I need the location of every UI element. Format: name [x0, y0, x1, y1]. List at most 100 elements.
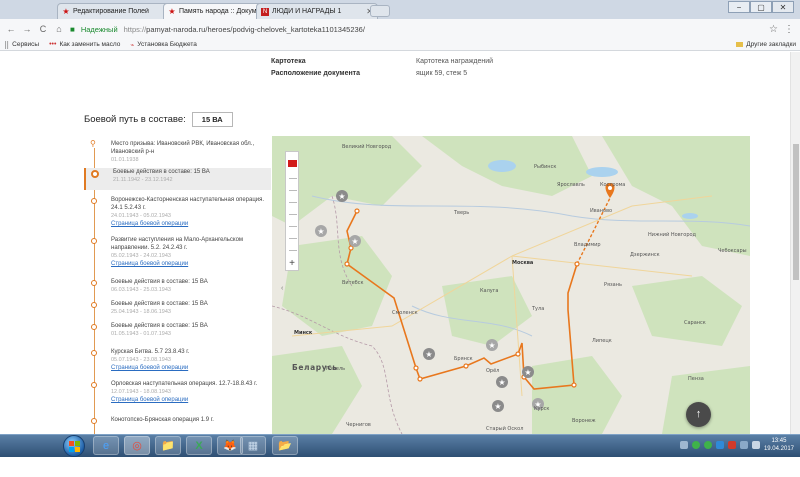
maximize-button[interactable]: ▢ — [750, 1, 772, 13]
map-label-16: Брянск — [454, 356, 473, 362]
url-field[interactable]: https://pamyat-naroda.ru/heroes/podvig-c… — [124, 25, 763, 34]
timeline-item-body: Развитие наступления на Мало-Архангельск… — [111, 236, 271, 268]
map-label-25: Чернигов — [346, 422, 371, 428]
map-label-7: Владимир — [574, 242, 601, 248]
operation-page-link[interactable]: Страница боевой операции — [111, 396, 267, 404]
timeline-item-title: Развитие наступления на Мало-Архангельск… — [111, 237, 244, 251]
info-row: Картотека Картотека награждений — [271, 58, 493, 70]
taskbar-clock[interactable]: 13:45 19.04.2017 — [764, 437, 794, 453]
tray-icon[interactable] — [679, 441, 688, 449]
map-label-15: Гомель — [326, 366, 345, 372]
timeline-item[interactable]: Конотопско-Брянская операция 1.9 г. — [84, 416, 271, 424]
timeline-item[interactable]: Боевые действия в составе: 15 ВА 01.05.19… — [84, 322, 271, 338]
site-favicon-icon: N — [261, 7, 269, 16]
tray-icon[interactable] — [703, 441, 712, 449]
back-button[interactable]: ← — [6, 24, 16, 34]
browser-menu-icon[interactable]: ⋮ — [784, 24, 794, 35]
zoom-tick — [289, 190, 297, 191]
new-tab-button[interactable] — [370, 5, 390, 17]
timeline-item-date: 24.01.1943 - 05.02.1943 — [111, 213, 171, 219]
map-label-0: Великий Новгород — [342, 143, 392, 150]
svg-text:★: ★ — [338, 192, 345, 201]
timeline-item-date: 06.03.1943 - 25.03.1943 — [111, 287, 171, 293]
tab-title: Редактирование Полей — [73, 8, 149, 15]
timeline-item-date: 25.04.1943 - 18.06.1943 — [111, 309, 171, 315]
timeline-item-title: Воронежско-Касторненская наступательная … — [111, 197, 265, 211]
bookmark-item[interactable]: ⌁ Установка Бюджета — [130, 41, 197, 49]
tray-icon[interactable] — [691, 441, 700, 449]
home-button[interactable]: ⌂ — [54, 24, 64, 34]
timeline-item[interactable]: Боевые действия в составе: 15 ВА 06.03.19… — [84, 278, 271, 294]
below-screen-area — [0, 457, 800, 477]
bookmark-star-icon[interactable]: ☆ — [769, 24, 778, 35]
timeline-item[interactable]: Боевые действия в составе: 15 ВА 25.04.19… — [84, 300, 271, 316]
tab-people-awards[interactable]: N ЛЮДИ И НАГРАДЫ 1 ✕ — [256, 3, 378, 19]
explorer-taskbar-icon[interactable]: 📁 — [155, 436, 181, 455]
svg-text:★: ★ — [524, 368, 531, 377]
folder-taskbar-icon[interactable]: 📂 — [272, 436, 298, 455]
page-scrollbar[interactable] — [790, 52, 800, 434]
other-bookmarks[interactable]: Другие закладки — [736, 41, 796, 48]
location-pin-icon: ⚲ — [90, 140, 96, 148]
timeline-item-body: Орловская наступательная операция. 12.7-… — [111, 380, 271, 404]
bookmark-apps[interactable]: ⣿ Сервисы — [4, 41, 39, 49]
forward-button[interactable]: → — [22, 24, 32, 34]
timeline-item-body: Курская Битва. 5.7 23.8.43 г. 05.07.1943 … — [111, 348, 271, 372]
minimize-button[interactable]: − — [728, 1, 750, 13]
network-icon[interactable] — [739, 441, 748, 449]
tab-edit-fields[interactable]: ★ Редактирование Полей ✕ — [57, 3, 179, 19]
timeline-dot-icon — [91, 238, 97, 244]
map-label-8: Дзержинск — [630, 252, 660, 258]
timeline-item[interactable]: Развитие наступления на Мало-Архангельск… — [84, 236, 271, 268]
ie-taskbar-icon[interactable]: e — [93, 436, 119, 455]
timeline-item-date: 21.11.1942 - 23.12.1942 — [113, 177, 173, 183]
folder-icon — [736, 42, 744, 47]
app-taskbar-icon[interactable]: ▦ — [240, 436, 266, 455]
zoom-tick — [289, 214, 297, 215]
operation-page-link[interactable]: Страница боевой операции — [111, 260, 267, 268]
url-scheme: https:// — [123, 24, 147, 34]
bookmark-item[interactable]: ••• Как заменить масло — [49, 41, 120, 48]
map-label-24: Пенза — [688, 376, 704, 382]
map-label-21: Рязань — [604, 282, 622, 288]
excel-taskbar-icon[interactable]: X — [186, 436, 212, 455]
collapse-panel-icon[interactable]: ‹ — [281, 285, 283, 292]
close-window-button[interactable]: ✕ — [772, 1, 794, 13]
timeline-item-title: Боевые действия в составе: 15 ВА — [113, 169, 210, 175]
svg-text:★: ★ — [494, 402, 501, 411]
unit-selector[interactable]: 15 ВА — [191, 112, 233, 127]
reload-button[interactable]: C — [38, 24, 48, 34]
map-label-18: Курск — [534, 406, 549, 412]
scrollbar-thumb[interactable] — [793, 144, 799, 280]
chrome-taskbar-icon[interactable]: ◎ — [124, 436, 150, 455]
map-label-17: Орёл — [486, 368, 499, 374]
zoom-tick — [289, 178, 297, 179]
timeline-item[interactable]: Орловская наступательная операция. 12.7-… — [84, 380, 271, 404]
operation-page-link[interactable]: Страница боевой операции — [111, 220, 267, 228]
info-key: Расположение документа — [271, 70, 361, 77]
combat-path-map[interactable]: ★ ★ ★ ★ ★ ★ ★ ★ ★ Великий Новгород Рыбин… — [272, 136, 750, 434]
timeline-dot-icon — [91, 170, 99, 178]
address-bar: ← → C ⌂ ■ Надежный https://pamyat-naroda… — [0, 19, 800, 39]
timeline-item-date: 05.07.1943 - 23.08.1943 — [111, 357, 171, 363]
start-button[interactable] — [63, 435, 85, 457]
timeline-item[interactable]: Воронежско-Касторненская наступательная … — [84, 196, 271, 228]
timeline-item-title: Конотопско-Брянская операция 1.9 г. — [111, 417, 214, 423]
timeline-item-date: 05.02.1943 - 24.02.1943 — [111, 253, 171, 259]
timeline-item[interactable]: Боевые действия в составе: 15 ВА 21.11.19… — [84, 168, 271, 190]
bookmark-label: Как заменить масло — [59, 41, 121, 48]
zoom-in-button[interactable]: + — [286, 259, 298, 269]
tray-icon[interactable] — [727, 441, 736, 449]
scroll-up-button[interactable]: ↑ — [686, 402, 711, 427]
operation-page-link[interactable]: Страница боевой операции — [111, 364, 267, 372]
tray-icon[interactable] — [715, 441, 724, 449]
timeline-item[interactable]: Курская Битва. 5.7 23.8.43 г. 05.07.1943 … — [84, 348, 271, 372]
browser-window: ★ Редактирование Полей ✕ ★ Память народа… — [0, 0, 800, 477]
timeline-dot-icon — [91, 324, 97, 330]
timeline-item[interactable]: ⚲ Место призыва: Ивановский РВК, Ивановск… — [84, 140, 271, 164]
volume-icon[interactable] — [751, 441, 760, 449]
svg-text:★: ★ — [317, 227, 324, 236]
clock-date: 19.04.2017 — [763, 446, 794, 452]
map-label-11: Витебск — [342, 280, 364, 286]
tab-title: ЛЮДИ И НАГРАДЫ 1 — [272, 8, 342, 15]
